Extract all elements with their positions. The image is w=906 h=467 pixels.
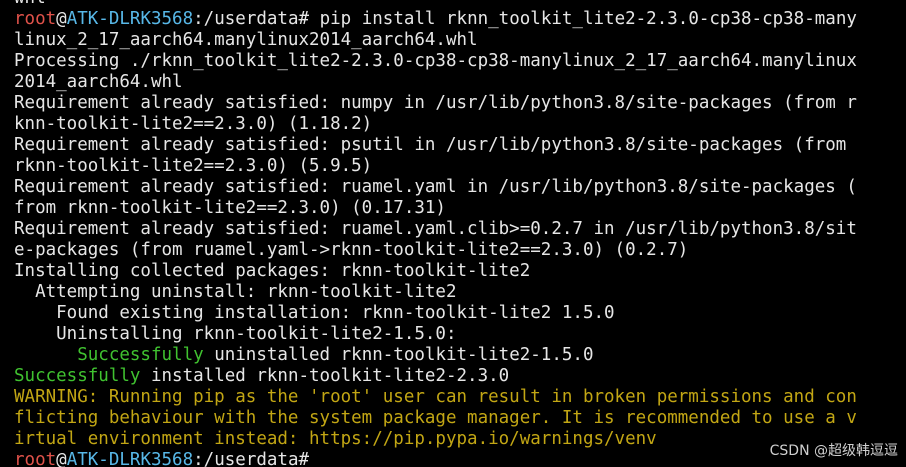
terminal-line: Successfully uninstalled rknn-toolkit-li… — [14, 345, 904, 366]
terminal-line: Installing collected packages: rknn-tool… — [14, 261, 904, 282]
success-text: Successfully — [77, 345, 204, 365]
terminal-line: Successfully installed rknn-toolkit-lite… — [14, 366, 904, 387]
output-text: Requirement already satisfied: numpy in … — [14, 93, 857, 113]
terminal-line: WARNING: Running pip as the 'root' user … — [14, 387, 904, 408]
csdn-watermark: CSDN @超级韩逗逗 — [767, 439, 900, 461]
terminal-line: linux_2_17_aarch64.manylinux2014_aarch64… — [14, 30, 904, 51]
output-text: Requirement already satisfied: psutil in… — [14, 135, 847, 155]
terminal-output: whlroot@ATK-DLRK3568:/userdata# pip inst… — [14, 0, 904, 467]
output-text: Requirement already satisfied: ruamel.ya… — [14, 177, 857, 197]
output-text: Found existing installation: rknn-toolki… — [14, 303, 615, 323]
output-text: rknn-toolkit-lite2==2.3.0) (5.9.5) — [14, 156, 373, 176]
output-text: Installing collected packages: rknn-tool… — [14, 261, 531, 281]
terminal-line: Requirement already satisfied: ruamel.ya… — [14, 219, 904, 240]
terminal-line: flicting behaviour with the system packa… — [14, 408, 904, 429]
output-text: 2014_aarch64.whl — [14, 72, 183, 92]
warning-text: irtual environment instead: https://pip.… — [14, 429, 657, 449]
terminal-line: from rknn-toolkit-lite2==2.3.0) (0.17.31… — [14, 198, 904, 219]
terminal-line: Processing ./rknn_toolkit_lite2-2.3.0-cp… — [14, 51, 904, 72]
prompt-user: root — [14, 9, 57, 29]
prompt-host: ATK-DLRK3568 — [66, 450, 194, 467]
output-text: knn-toolkit-lite2==2.3.0) (1.18.2) — [14, 114, 373, 134]
output-text: linux_2_17_aarch64.manylinux2014_aarch64… — [14, 30, 478, 50]
output-text: from rknn-toolkit-lite2==2.3.0) (0.17.31… — [14, 198, 446, 218]
output-text: @ — [56, 9, 67, 29]
output-text: Attempting uninstall: rknn-toolkit-lite2 — [14, 282, 457, 302]
prompt-host: ATK-DLRK3568 — [66, 9, 194, 29]
output-text: Uninstalling rknn-toolkit-lite2-1.5.0: — [14, 324, 457, 344]
warning-text: flicting behaviour with the system packa… — [14, 408, 857, 428]
terminal-line: Uninstalling rknn-toolkit-lite2-1.5.0: — [14, 324, 904, 345]
terminal-line: Found existing installation: rknn-toolki… — [14, 303, 904, 324]
terminal-line: root@ATK-DLRK3568:/userdata# pip install… — [14, 9, 904, 30]
success-text: Successfully — [14, 366, 141, 386]
output-text: e-packages (from ruamel.yaml->rknn-toolk… — [14, 240, 689, 260]
output-text: :/userdata# — [193, 450, 310, 467]
output-text: installed rknn-toolkit-lite2-2.3.0 — [140, 366, 510, 386]
terminal-line: Requirement already satisfied: numpy in … — [14, 93, 904, 114]
output-text: whl — [14, 0, 46, 8]
prompt-user: root — [14, 450, 57, 467]
warning-text: WARNING: Running pip as the 'root' user … — [14, 387, 857, 407]
output-text: @ — [56, 450, 67, 467]
output-text: Processing ./rknn_toolkit_lite2-2.3.0-cp… — [14, 51, 857, 71]
terminal-line: 2014_aarch64.whl — [14, 72, 904, 93]
terminal-line: rknn-toolkit-lite2==2.3.0) (5.9.5) — [14, 156, 904, 177]
terminal-line: e-packages (from ruamel.yaml->rknn-toolk… — [14, 240, 904, 261]
terminal-line: Attempting uninstall: rknn-toolkit-lite2 — [14, 282, 904, 303]
terminal-line: knn-toolkit-lite2==2.3.0) (1.18.2) — [14, 114, 904, 135]
terminal-line: Requirement already satisfied: ruamel.ya… — [14, 177, 904, 198]
output-text: Requirement already satisfied: ruamel.ya… — [14, 219, 857, 239]
output-text: uninstalled rknn-toolkit-lite2-1.5.0 — [203, 345, 594, 365]
output-text: :/userdata# pip install rknn_toolkit_lit… — [193, 9, 857, 29]
terminal-line: whl — [14, 0, 904, 9]
terminal-line: Requirement already satisfied: psutil in… — [14, 135, 904, 156]
terminal-window[interactable]: whlroot@ATK-DLRK3568:/userdata# pip inst… — [0, 0, 906, 467]
